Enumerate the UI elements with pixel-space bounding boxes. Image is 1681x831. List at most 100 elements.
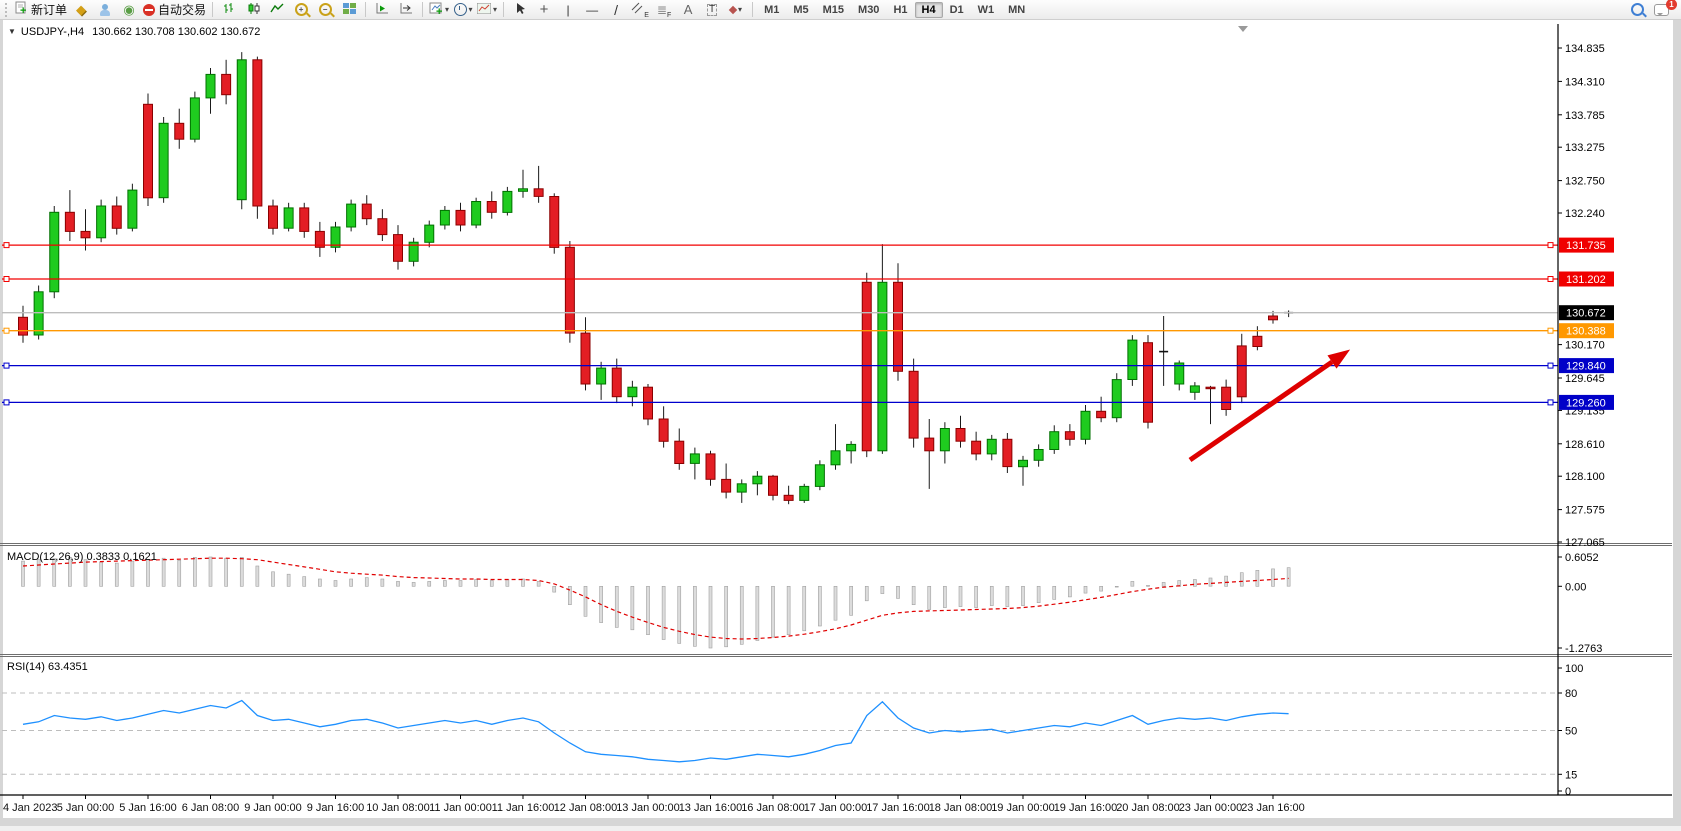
chart-canvas[interactable]: 134.835134.310133.785133.275132.750132.2… <box>0 20 1681 826</box>
svg-text:80: 80 <box>1565 688 1577 700</box>
timeframe-button-H1[interactable]: H1 <box>886 2 914 18</box>
svg-text:129.645: 129.645 <box>1565 373 1605 385</box>
fibonacci-sub-label: F <box>667 12 671 19</box>
svg-text:133.785: 133.785 <box>1565 110 1605 122</box>
dropdown-arrow-icon: ▾ <box>469 5 473 14</box>
text-label-tool-button[interactable]: T <box>700 1 724 19</box>
candlestick-icon <box>247 2 260 18</box>
add-indicator-icon: + <box>429 2 443 18</box>
chart-window: 134.835134.310133.785133.275132.750132.2… <box>0 20 1681 826</box>
arrows-tool-icon <box>729 5 737 13</box>
horizontal-line-icon: — <box>586 4 598 16</box>
bar-chart-icon <box>223 2 236 18</box>
svg-text:17 Jan 00:00: 17 Jan 00:00 <box>804 802 868 814</box>
line-chart-type-button[interactable] <box>265 1 289 19</box>
auto-scroll-button[interactable] <box>370 1 394 19</box>
crosshair-icon: + <box>540 2 549 17</box>
notifications-button[interactable]: 1 <box>1649 1 1673 19</box>
new-order-button[interactable]: + 新订单 <box>13 1 69 19</box>
tile-windows-button[interactable] <box>337 1 361 19</box>
toolbar-grip[interactable] <box>5 3 10 17</box>
zoom-in-icon: + <box>295 3 308 16</box>
svg-text:127.575: 127.575 <box>1565 505 1605 517</box>
timeframe-button-M1[interactable]: M1 <box>757 2 786 18</box>
cursor-tool-button[interactable] <box>508 1 532 19</box>
periods-button[interactable]: ▾ <box>451 1 475 19</box>
chart-shift-button[interactable] <box>394 1 418 19</box>
auto-scroll-icon <box>375 2 389 17</box>
search-button[interactable] <box>1625 1 1649 19</box>
timeframe-button-MN[interactable]: MN <box>1001 2 1032 18</box>
zoom-in-button[interactable]: + <box>289 1 313 19</box>
channel-sub-label: E <box>644 12 649 19</box>
autotrading-button[interactable]: 自动交易 <box>141 1 208 19</box>
svg-text:129.840: 129.840 <box>1566 361 1606 373</box>
svg-text:127.065: 127.065 <box>1565 537 1605 549</box>
svg-text:134.310: 134.310 <box>1565 76 1605 88</box>
indicators-button[interactable]: + ▾ <box>427 1 451 19</box>
vertical-line-tool-button[interactable]: | <box>556 1 580 19</box>
svg-text:131.735: 131.735 <box>1566 240 1606 252</box>
svg-text:4 Jan 2023: 4 Jan 2023 <box>3 802 57 814</box>
timeframe-button-M5[interactable]: M5 <box>786 2 815 18</box>
dropdown-arrow-icon: ▾ <box>738 5 742 14</box>
svg-text:128.100: 128.100 <box>1565 471 1605 483</box>
svg-text:9 Jan 16:00: 9 Jan 16:00 <box>307 802 365 814</box>
text-tool-icon: A <box>684 3 693 16</box>
svg-text:16 Jan 08:00: 16 Jan 08:00 <box>741 802 805 814</box>
bar-chart-type-button[interactable] <box>217 1 241 19</box>
timeframe-button-M15[interactable]: M15 <box>816 2 851 18</box>
text-label-icon: T <box>707 4 717 16</box>
dropdown-arrow-icon: ▾ <box>445 5 449 14</box>
svg-text:50: 50 <box>1565 726 1577 738</box>
svg-text:132.240: 132.240 <box>1565 208 1605 220</box>
signals-button[interactable]: ◉ <box>117 1 141 19</box>
svg-text:-1.2763: -1.2763 <box>1565 643 1602 655</box>
clock-icon <box>454 3 467 16</box>
svg-text:5 Jan 16:00: 5 Jan 16:00 <box>119 802 177 814</box>
fibonacci-icon: ≣ <box>657 4 667 16</box>
toolbar-separator <box>422 2 423 17</box>
svg-text:10 Jan 08:00: 10 Jan 08:00 <box>366 802 430 814</box>
svg-text:6 Jan 08:00: 6 Jan 08:00 <box>182 802 240 814</box>
horizontal-line-tool-button[interactable]: — <box>580 1 604 19</box>
svg-text:11 Jan 16:00: 11 Jan 16:00 <box>492 802 555 814</box>
zoom-out-icon: − <box>319 3 332 16</box>
svg-text:13 Jan 00:00: 13 Jan 00:00 <box>616 802 680 814</box>
timeframe-button-W1[interactable]: W1 <box>971 2 1002 18</box>
toolbar-separator <box>212 2 213 17</box>
cursor-icon <box>515 2 526 18</box>
fibonacci-tool-button[interactable]: ≣ F <box>652 1 676 19</box>
svg-text:17 Jan 16:00: 17 Jan 16:00 <box>866 802 930 814</box>
templates-button[interactable]: ▾ <box>475 1 499 19</box>
channel-tool-button[interactable]: E <box>628 1 652 19</box>
timeframe-button-M30[interactable]: M30 <box>851 2 886 18</box>
mql5-market-button[interactable]: ◆ <box>69 1 93 19</box>
svg-text:128.610: 128.610 <box>1565 439 1605 451</box>
svg-text:11 Jan 00:00: 11 Jan 00:00 <box>429 802 492 814</box>
svg-text:9 Jan 00:00: 9 Jan 00:00 <box>244 802 302 814</box>
svg-text:18 Jan 08:00: 18 Jan 08:00 <box>929 802 993 814</box>
text-tool-button[interactable]: A <box>676 1 700 19</box>
community-button[interactable] <box>93 1 117 19</box>
svg-text:130.672: 130.672 <box>1566 308 1606 320</box>
svg-text:12 Jan 08:00: 12 Jan 08:00 <box>554 802 618 814</box>
toolbar-separator <box>752 2 753 17</box>
svg-text:+: + <box>20 5 26 15</box>
timeframe-button-D1[interactable]: D1 <box>943 2 971 18</box>
trendline-tool-button[interactable]: / <box>604 1 628 19</box>
svg-text:100: 100 <box>1565 663 1583 675</box>
equidistant-channel-icon <box>631 2 644 17</box>
crosshair-tool-button[interactable]: + <box>532 1 556 19</box>
svg-text:15: 15 <box>1565 769 1577 781</box>
tile-windows-icon <box>343 3 356 17</box>
gold-cube-icon: ◆ <box>76 2 86 18</box>
signal-waves-icon: ◉ <box>123 2 134 18</box>
svg-text:0: 0 <box>1565 786 1571 798</box>
arrows-tool-button[interactable]: ▾ <box>724 1 748 19</box>
timeframe-button-H4[interactable]: H4 <box>915 2 943 18</box>
zoom-out-button[interactable]: − <box>313 1 337 19</box>
search-icon <box>1631 3 1644 16</box>
candlestick-type-button[interactable] <box>241 1 265 19</box>
svg-text:133.275: 133.275 <box>1565 142 1605 154</box>
